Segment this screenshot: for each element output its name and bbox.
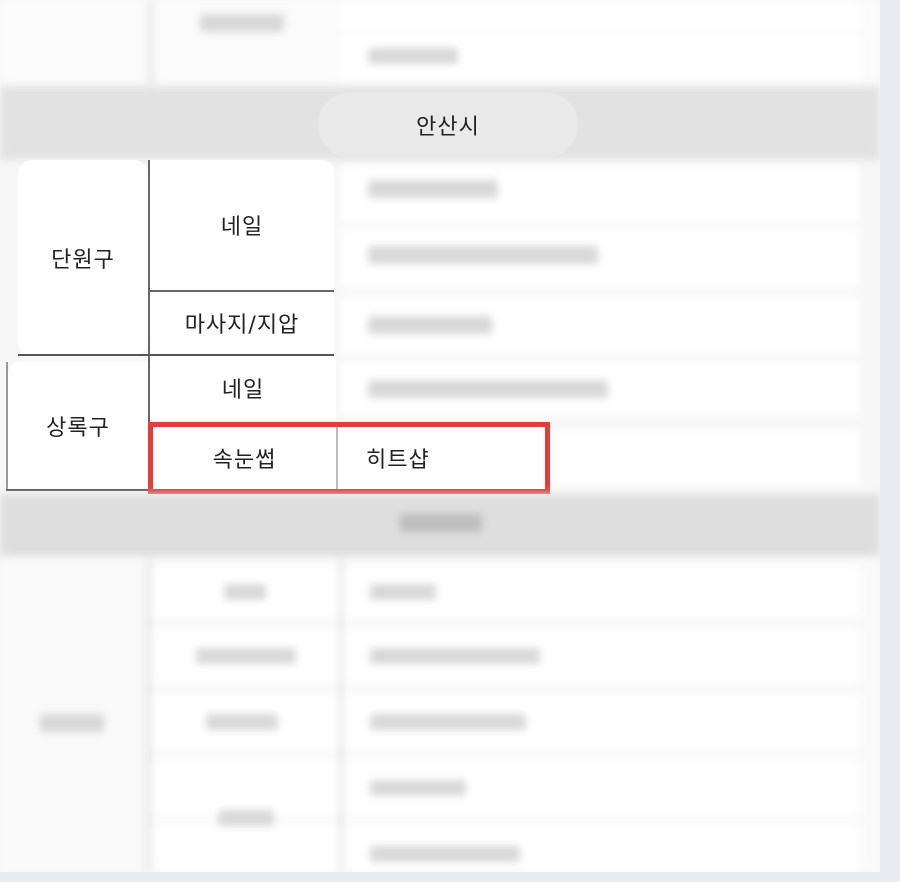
right-margin [880,0,900,882]
highlight-box [148,422,550,494]
district-name: 단원구 [51,248,115,273]
category-name: 네일 [221,378,265,403]
category-name: 네일 [220,215,264,240]
district-cell: 상록구 [8,362,148,490]
category-cell: 네일 [150,356,336,420]
category-cell: 마사지/지압 [150,292,334,354]
district-cell: 단원구 [18,160,148,356]
category-name: 마사지/지압 [184,313,300,338]
region-table: 안산시 단원구 네일 마사지/지압 상록구 네일 속눈썹 히트샵 [0,0,880,872]
region-header: 안산시 [318,92,578,158]
bottom-margin [0,872,900,882]
district-name: 상록구 [46,416,110,441]
category-cell: 네일 [150,160,334,290]
region-header-text: 안산시 [416,115,480,140]
